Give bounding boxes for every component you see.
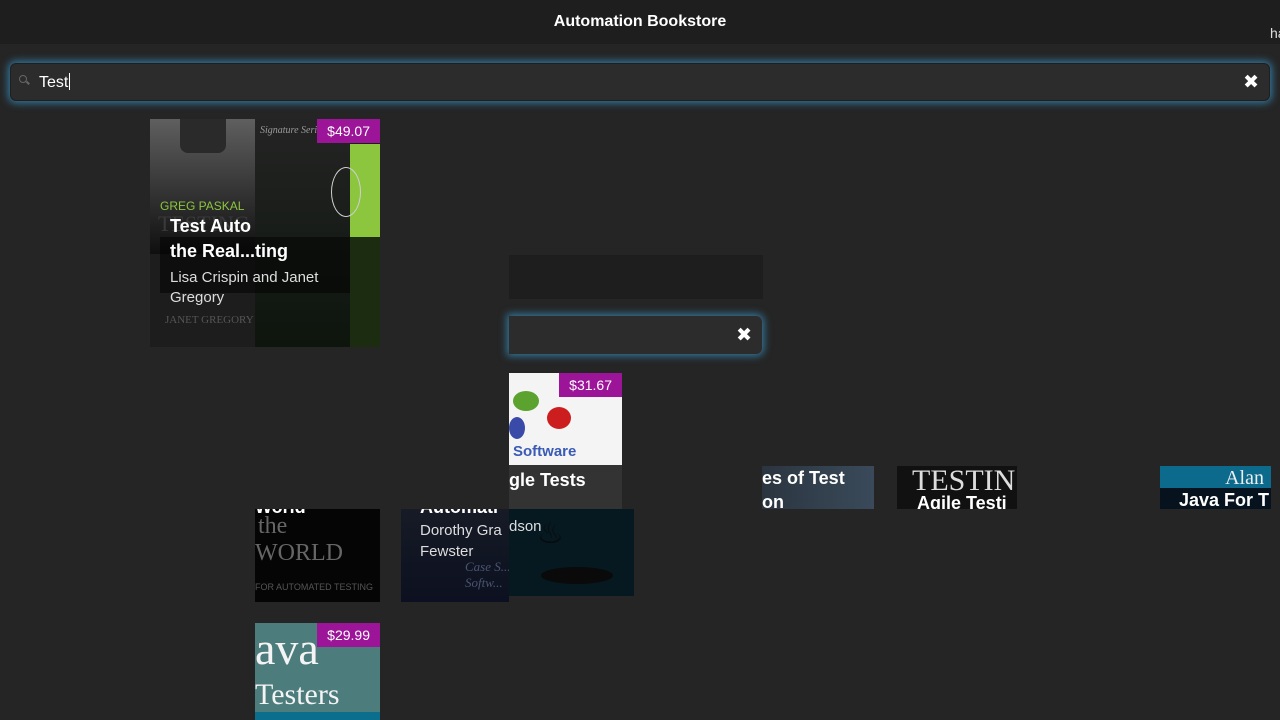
book-card[interactable]: Software $31.67 gle Tests: [509, 373, 622, 509]
book-title-line2: the Real...ting: [170, 241, 289, 261]
cover-text: Testers: [255, 678, 340, 711]
book-author-line2: Gregory: [170, 289, 225, 306]
cover-text: Case S... Softw...: [465, 559, 509, 590]
book-title: Automati: [420, 509, 498, 518]
cover-text: WORLD: [255, 540, 343, 566]
book-card[interactable]: TESTIN Agile Testi: [897, 466, 1017, 509]
book-card[interactable]: es of Test on: [762, 466, 874, 509]
book-author-line2: Fewster: [420, 543, 474, 560]
app-title: Automation Bookstore: [553, 13, 727, 30]
price-badge: $31.67: [559, 373, 622, 397]
steam-icon: ♨: [537, 517, 564, 550]
book-title: es of Test: [762, 468, 845, 488]
search-field[interactable]: Test ✖: [10, 63, 1270, 101]
book-card[interactable]: Alan Java For T: [1160, 466, 1271, 509]
book-title: gle Tests: [509, 470, 586, 490]
offscreen-text: ha: [1270, 25, 1280, 41]
book-author: Dorothy Gra: [420, 522, 502, 539]
book-card[interactable]: Case S... Softw... Automati Dorothy Gra …: [401, 509, 509, 602]
book-author: Lisa Crispin and Janet: [170, 269, 319, 286]
book-title: Agile Testi: [917, 493, 1007, 509]
close-icon[interactable]: ✖: [736, 324, 752, 347]
price-badge: $29.99: [317, 623, 380, 647]
book-title: Test Auto: [170, 216, 251, 236]
cover-text: the: [258, 513, 288, 539]
cover-author-text: Alan: [1225, 467, 1264, 489]
cover-text: FOR AUTOMATED TESTING: [255, 582, 374, 592]
ghost-header-fragment: [509, 255, 763, 299]
book-card[interactable]: dson ♨: [509, 509, 634, 596]
search-input[interactable]: Test: [39, 73, 70, 92]
book-title-line2: on: [762, 492, 784, 509]
cover-text: ava: [255, 623, 319, 674]
cover-title-text: Software: [513, 443, 577, 460]
offscreen-header-fragment: ha: [1270, 0, 1280, 44]
app-header: Automation Bookstore: [0, 0, 1280, 44]
price-badge: $49.07: [317, 119, 380, 143]
book-card[interactable]: Signature Series GREG PASKAL TESTING JAN…: [150, 119, 380, 347]
book-title: Java For T: [1179, 490, 1270, 509]
ghost-search-fragment[interactable]: ✖: [509, 316, 762, 354]
book-card[interactable]: World the WORLD FOR AUTOMATED TESTING: [255, 509, 380, 602]
search-icon: [19, 75, 29, 85]
close-icon[interactable]: ✖: [1243, 71, 1259, 94]
book-card[interactable]: ava Testers $29.99: [255, 623, 380, 720]
